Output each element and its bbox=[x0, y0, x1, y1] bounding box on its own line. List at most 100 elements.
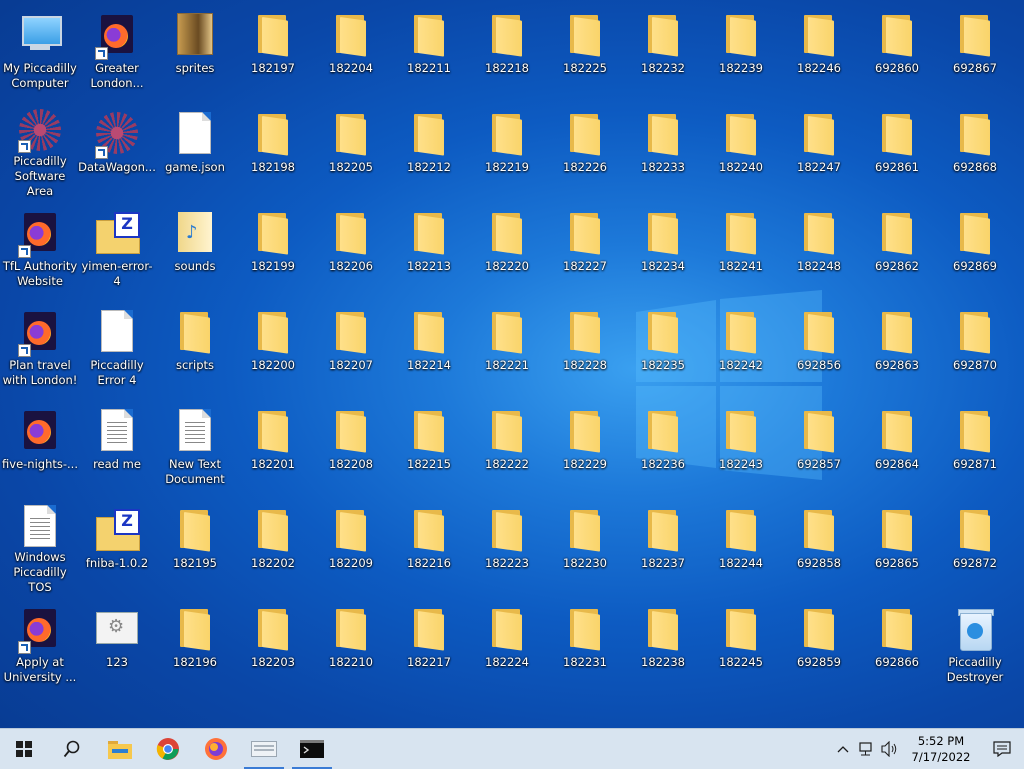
desktop-folder[interactable]: 692867 bbox=[937, 2, 1013, 94]
desktop-folder[interactable]: 182215 bbox=[391, 398, 467, 490]
desktop-folder[interactable]: 182224 bbox=[469, 596, 545, 688]
desktop-folder[interactable]: 182244 bbox=[703, 497, 779, 589]
desktop-folder[interactable]: 182201 bbox=[235, 398, 311, 490]
keyboard-app-button[interactable] bbox=[240, 729, 288, 769]
desktop-folder[interactable]: 182216 bbox=[391, 497, 467, 589]
desktop-folder[interactable]: 182240 bbox=[703, 101, 779, 193]
desktop-folder[interactable]: 182202 bbox=[235, 497, 311, 589]
desktop-folder[interactable]: 182208 bbox=[313, 398, 389, 490]
desktop-icon[interactable]: Greater London... bbox=[79, 2, 155, 94]
desktop-folder[interactable]: 182245 bbox=[703, 596, 779, 688]
desktop-folder[interactable]: 182223 bbox=[469, 497, 545, 589]
desktop-folder[interactable]: 692870 bbox=[937, 299, 1013, 391]
desktop-folder[interactable]: 692862 bbox=[859, 200, 935, 292]
network-button[interactable] bbox=[854, 729, 878, 769]
desktop-folder[interactable]: 182233 bbox=[625, 101, 701, 193]
desktop-icon[interactable]: sounds bbox=[157, 200, 233, 292]
desktop-folder[interactable]: 182225 bbox=[547, 2, 623, 94]
desktop-icon[interactable]: 123 bbox=[79, 596, 155, 688]
volume-button[interactable] bbox=[878, 729, 902, 769]
desktop-folder[interactable]: 182248 bbox=[781, 200, 857, 292]
desktop-folder[interactable]: 182200 bbox=[235, 299, 311, 391]
desktop-icon[interactable]: game.json bbox=[157, 101, 233, 193]
desktop-folder[interactable]: 182226 bbox=[547, 101, 623, 193]
clock[interactable]: 5:52 PM 7/17/2022 bbox=[902, 733, 980, 765]
desktop-folder[interactable]: 182243 bbox=[703, 398, 779, 490]
desktop-folder[interactable]: 692858 bbox=[781, 497, 857, 589]
desktop-folder[interactable]: 182228 bbox=[547, 299, 623, 391]
search-button[interactable] bbox=[48, 729, 96, 769]
desktop-folder[interactable]: 182235 bbox=[625, 299, 701, 391]
desktop-folder[interactable]: 182204 bbox=[313, 2, 389, 94]
desktop-folder[interactable]: 182229 bbox=[547, 398, 623, 490]
desktop-icon[interactable]: Piccadilly Error 4 bbox=[79, 299, 155, 391]
desktop-icon[interactable]: read me bbox=[79, 398, 155, 490]
terminal-button[interactable] bbox=[288, 729, 336, 769]
desktop-folder[interactable]: 182203 bbox=[235, 596, 311, 688]
desktop-icon[interactable]: 182195 bbox=[157, 497, 233, 589]
desktop-folder[interactable]: 182236 bbox=[625, 398, 701, 490]
desktop-icon[interactable]: New Text Document bbox=[157, 398, 233, 490]
desktop-folder[interactable]: 692869 bbox=[937, 200, 1013, 292]
desktop-folder[interactable]: 182214 bbox=[391, 299, 467, 391]
desktop-folder[interactable]: 182199 bbox=[235, 200, 311, 292]
desktop-folder[interactable]: 182238 bbox=[625, 596, 701, 688]
desktop-folder[interactable]: 182222 bbox=[469, 398, 545, 490]
desktop-folder[interactable]: 182209 bbox=[313, 497, 389, 589]
desktop-folder[interactable]: 692866 bbox=[859, 596, 935, 688]
desktop-folder[interactable]: 182231 bbox=[547, 596, 623, 688]
desktop-folder[interactable]: 692865 bbox=[859, 497, 935, 589]
desktop-folder[interactable]: 182227 bbox=[547, 200, 623, 292]
desktop-folder[interactable]: 182219 bbox=[469, 101, 545, 193]
desktop-icon[interactable]: DataWagon... bbox=[78, 101, 156, 193]
desktop-icon[interactable]: Zfniba-1.0.2 bbox=[79, 497, 155, 589]
desktop-folder[interactable]: 182237 bbox=[625, 497, 701, 589]
chrome-button[interactable] bbox=[144, 729, 192, 769]
desktop-icon[interactable]: Plan travel with London! bbox=[2, 299, 78, 391]
desktop-icon[interactable]: Apply at University ... bbox=[2, 596, 78, 688]
desktop-folder[interactable]: 182210 bbox=[313, 596, 389, 688]
desktop-folder[interactable]: 182232 bbox=[625, 2, 701, 94]
desktop-folder[interactable]: 182241 bbox=[703, 200, 779, 292]
desktop-folder[interactable]: 182217 bbox=[391, 596, 467, 688]
desktop-icon[interactable]: Piccadilly Software Area bbox=[2, 101, 78, 198]
desktop-folder[interactable]: 182197 bbox=[235, 2, 311, 94]
show-hidden-icons-button[interactable] bbox=[832, 729, 854, 769]
file-explorer-button[interactable] bbox=[96, 729, 144, 769]
desktop-folder[interactable]: 182218 bbox=[469, 2, 545, 94]
desktop-folder[interactable]: 182198 bbox=[235, 101, 311, 193]
desktop-folder[interactable]: 182230 bbox=[547, 497, 623, 589]
desktop-folder[interactable]: 182211 bbox=[391, 2, 467, 94]
desktop-folder[interactable]: 182213 bbox=[391, 200, 467, 292]
desktop-folder[interactable]: 182221 bbox=[469, 299, 545, 391]
desktop-folder[interactable]: 182205 bbox=[313, 101, 389, 193]
desktop-folder[interactable]: 182207 bbox=[313, 299, 389, 391]
desktop-folder[interactable]: 692856 bbox=[781, 299, 857, 391]
desktop-folder[interactable]: 182234 bbox=[625, 200, 701, 292]
recycle-bin[interactable]: Piccadilly Destroyer bbox=[937, 596, 1013, 688]
desktop-folder[interactable]: 182239 bbox=[703, 2, 779, 94]
desktop-folder[interactable]: 182206 bbox=[313, 200, 389, 292]
desktop-icon[interactable]: TfL Authority Website bbox=[2, 200, 78, 292]
desktop-folder[interactable]: 692859 bbox=[781, 596, 857, 688]
desktop-folder[interactable]: 692861 bbox=[859, 101, 935, 193]
notifications-button[interactable] bbox=[980, 729, 1024, 769]
desktop-folder[interactable]: 692871 bbox=[937, 398, 1013, 490]
desktop-icon[interactable]: scripts bbox=[157, 299, 233, 391]
desktop-folder[interactable]: 182212 bbox=[391, 101, 467, 193]
firefox-button[interactable] bbox=[192, 729, 240, 769]
desktop-icon[interactable]: Windows Piccadilly TOS bbox=[2, 497, 78, 594]
desktop-folder[interactable]: 692860 bbox=[859, 2, 935, 94]
desktop-folder[interactable]: 692868 bbox=[937, 101, 1013, 193]
desktop-folder[interactable]: 182246 bbox=[781, 2, 857, 94]
start-button[interactable] bbox=[0, 729, 48, 769]
desktop-folder[interactable]: 692864 bbox=[859, 398, 935, 490]
desktop-folder[interactable]: 692872 bbox=[937, 497, 1013, 589]
desktop-folder[interactable]: 182220 bbox=[469, 200, 545, 292]
desktop-folder[interactable]: 692863 bbox=[859, 299, 935, 391]
desktop-icon[interactable]: Zyimen-error-4 bbox=[79, 200, 155, 292]
desktop-icon[interactable]: sprites bbox=[157, 2, 233, 94]
desktop-folder[interactable]: 692857 bbox=[781, 398, 857, 490]
desktop-icon[interactable]: 182196 bbox=[157, 596, 233, 688]
desktop-folder[interactable]: 182242 bbox=[703, 299, 779, 391]
